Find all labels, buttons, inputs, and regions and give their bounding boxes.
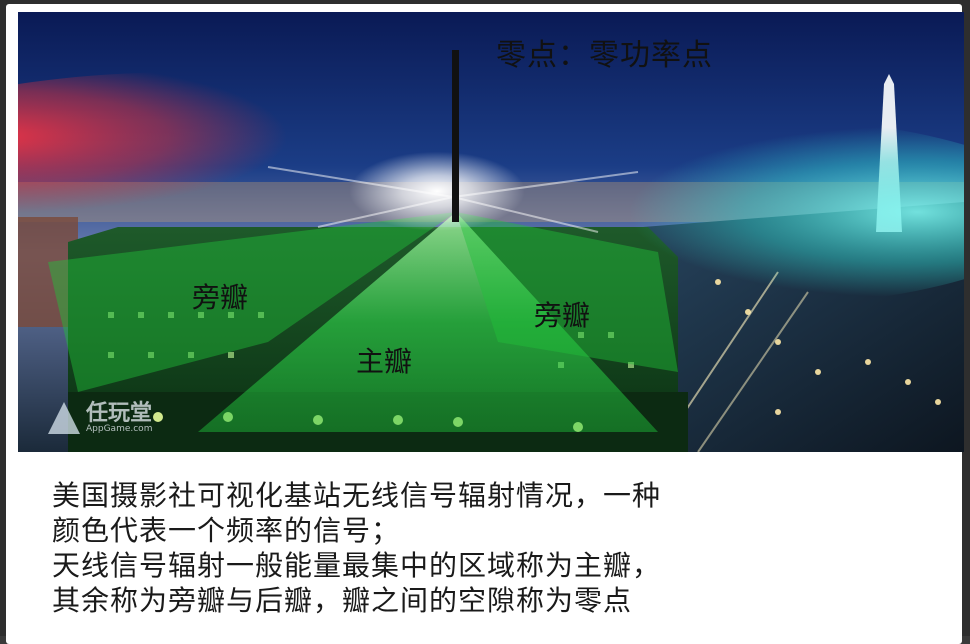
watermark-logo-icon (48, 402, 80, 434)
antenna-mast (452, 50, 459, 222)
content-card: 零点：零功率点 旁瓣 旁瓣 主瓣 任玩堂 AppGame.com 美国摄影社可视… (6, 4, 964, 644)
watermark-main-text: 任玩堂 (86, 400, 153, 426)
photo-illustration (18, 12, 964, 452)
caption-text: 美国摄影社可视化基站无线信号辐射情况，一种 颜色代表一个频率的信号； 天线信号辐… (52, 478, 952, 618)
watermark-sub-text: AppGame.com (86, 423, 153, 434)
caption-line: 颜色代表一个频率的信号； (52, 514, 401, 547)
appgame-watermark: 任玩堂 AppGame.com (48, 402, 152, 434)
main-lobe-label: 主瓣 (356, 345, 413, 378)
page-frame: 零点：零功率点 旁瓣 旁瓣 主瓣 任玩堂 AppGame.com 美国摄影社可视… (0, 0, 970, 644)
signal-radiation-photo: 零点：零功率点 旁瓣 旁瓣 主瓣 任玩堂 AppGame.com (18, 12, 964, 452)
caption-line: 其余称为旁瓣与后瓣，瓣之间的空隙称为零点 (52, 584, 633, 617)
side-lobe-left-label: 旁瓣 (192, 281, 249, 314)
zero-point-label: 零点：零功率点 (496, 38, 713, 73)
side-lobe-right-label: 旁瓣 (534, 299, 591, 332)
watermark-text: 任玩堂 AppGame.com (86, 400, 153, 434)
caption-line: 美国摄影社可视化基站无线信号辐射情况，一种 (52, 479, 662, 512)
caption-line: 天线信号辐射一般能量最集中的区域称为主瓣， (52, 549, 662, 582)
